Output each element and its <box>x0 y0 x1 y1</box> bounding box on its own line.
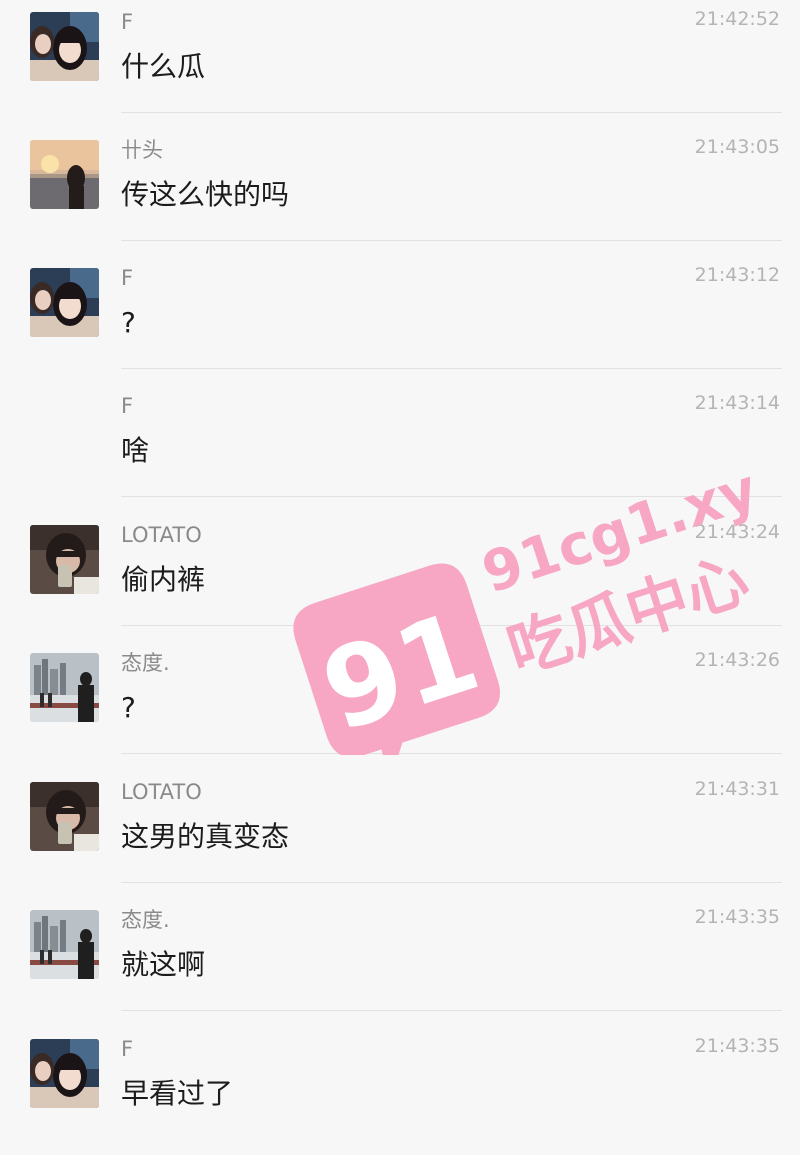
divider <box>121 882 782 883</box>
message-row[interactable]: 卄头 21:43:05 传这么快的吗 <box>0 128 800 256</box>
divider <box>121 1010 782 1011</box>
girl-selfie-avatar-icon <box>30 268 99 337</box>
divider <box>121 753 782 754</box>
message-text: ? <box>121 691 136 724</box>
avatar[interactable] <box>30 1039 99 1108</box>
sender-name: 态度. <box>121 651 170 675</box>
message-timestamp: 21:43:14 <box>694 392 780 414</box>
message-text: 就这啊 <box>121 948 206 981</box>
message-timestamp: 21:43:24 <box>694 521 780 543</box>
divider <box>121 112 782 113</box>
sunset-avatar-icon <box>30 140 99 209</box>
message-row[interactable]: F 21:43:14 啥 <box>0 384 800 512</box>
divider <box>121 368 782 369</box>
city-skyline-avatar-icon <box>30 910 99 979</box>
avatar[interactable] <box>30 525 99 594</box>
avatar[interactable] <box>30 140 99 209</box>
message-text: 偷内裤 <box>121 563 206 596</box>
avatar[interactable] <box>30 782 99 851</box>
chat-message-list: F 21:42:52 什么瓜 卄头 21:43:05 传这么快的吗 F 21:4… <box>0 0 800 1124</box>
sender-name: 卄头 <box>121 138 163 162</box>
avatar[interactable] <box>30 910 99 979</box>
message-row[interactable]: F 21:42:52 什么瓜 <box>0 0 800 128</box>
message-text: 啥 <box>121 434 150 467</box>
message-timestamp: 21:43:35 <box>694 906 780 928</box>
sender-name: LOTATO <box>121 523 202 547</box>
sender-name: F <box>121 394 134 418</box>
city-skyline-avatar-icon <box>30 653 99 722</box>
message-text: ? <box>121 306 136 339</box>
sender-name: 态度. <box>121 908 170 932</box>
message-row[interactable]: F 21:43:12 ? <box>0 256 800 384</box>
message-row[interactable]: 态度. 21:43:26 ? <box>0 641 800 769</box>
message-timestamp: 21:43:12 <box>694 264 780 286</box>
sender-name: F <box>121 1037 134 1061</box>
avatar[interactable] <box>30 12 99 81</box>
divider <box>121 625 782 626</box>
divider <box>121 240 782 241</box>
sender-name: F <box>121 10 134 34</box>
message-timestamp: 21:43:05 <box>694 136 780 158</box>
avatar[interactable] <box>30 653 99 722</box>
message-timestamp: 21:43:35 <box>694 1035 780 1057</box>
message-text: 什么瓜 <box>121 50 206 83</box>
avatar[interactable] <box>30 268 99 337</box>
phone-selfie-avatar-icon <box>30 782 99 851</box>
message-row[interactable]: 态度. 21:43:35 就这啊 <box>0 898 800 1026</box>
message-row[interactable]: F 21:43:35 早看过了 <box>0 1027 800 1155</box>
message-timestamp: 21:43:31 <box>694 778 780 800</box>
message-row[interactable]: LOTATO 21:43:31 这男的真变态 <box>0 770 800 898</box>
message-text: 这男的真变态 <box>121 820 290 853</box>
divider <box>121 496 782 497</box>
message-row[interactable]: LOTATO 21:43:24 偷内裤 <box>0 513 800 641</box>
phone-selfie-avatar-icon <box>30 525 99 594</box>
girl-selfie-avatar-icon <box>30 12 99 81</box>
message-text: 传这么快的吗 <box>121 178 290 211</box>
message-text: 早看过了 <box>121 1077 234 1110</box>
sender-name: LOTATO <box>121 780 202 804</box>
sender-name: F <box>121 266 134 290</box>
girl-selfie-avatar-icon <box>30 1039 99 1108</box>
message-timestamp: 21:42:52 <box>694 8 780 30</box>
message-timestamp: 21:43:26 <box>694 649 780 671</box>
